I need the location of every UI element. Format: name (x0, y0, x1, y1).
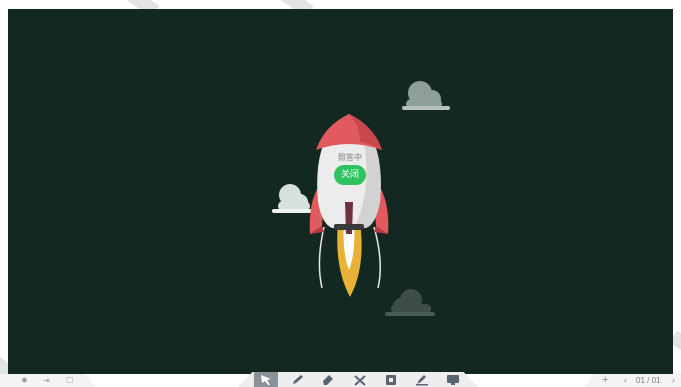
screen-button[interactable] (441, 372, 465, 387)
select-arrow-icon (261, 374, 271, 385)
exit-icon[interactable]: ⇥ (43, 375, 50, 386)
next-page-button[interactable]: › (672, 374, 675, 387)
tools-icon (354, 374, 366, 386)
resource-icon (386, 374, 396, 385)
pen-icon (293, 374, 303, 384)
tools-button[interactable] (348, 372, 372, 387)
eraser-tool-button[interactable] (316, 372, 340, 387)
annotate-button[interactable] (410, 372, 434, 387)
pen-tool-button[interactable] (286, 372, 310, 387)
page-controls: + ‹ 01 / 01 › (584, 374, 681, 387)
bottom-left-controls: ✹ ⇥ ☐ (0, 374, 96, 387)
add-page-button[interactable]: + (602, 374, 608, 387)
rocket-illustration (309, 114, 389, 297)
square-icon[interactable]: ☐ (66, 375, 73, 386)
toolbar (238, 372, 478, 387)
settings-icon[interactable]: ✹ (21, 375, 28, 386)
resource-button[interactable] (379, 372, 403, 387)
prev-page-button[interactable]: ‹ (624, 374, 627, 387)
page-indicator: 01 / 01 (636, 376, 661, 385)
close-button[interactable]: 关闭 (334, 165, 366, 185)
screen-icon (447, 374, 459, 385)
annotate-icon (416, 374, 428, 385)
status-text: 照答中 (338, 153, 362, 162)
cloud-icon (402, 81, 450, 110)
select-tool-button[interactable] (254, 372, 278, 387)
eraser-icon (323, 374, 333, 385)
